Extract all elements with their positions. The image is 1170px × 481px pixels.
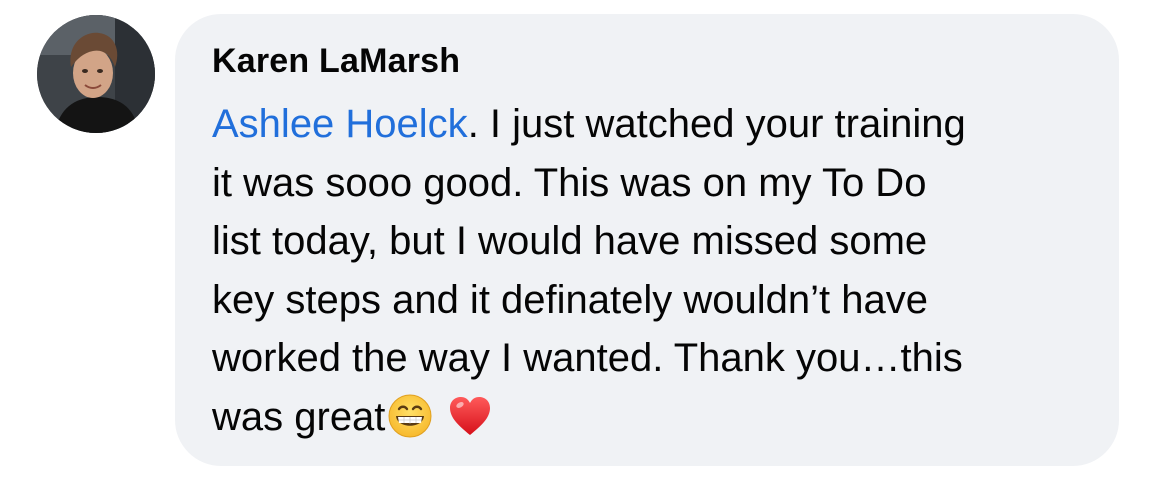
comment-line-4: key steps and it definately wouldn’t hav…	[212, 277, 928, 322]
comment-author-name[interactable]: Karen LaMarsh	[212, 42, 460, 81]
avatar-photo	[37, 15, 155, 133]
comment-line-6: was great	[212, 388, 1102, 447]
comment-line-5: worked the way I wanted. Thank you…this	[212, 336, 963, 380]
red-heart-emoji-icon	[447, 393, 493, 439]
comment-bubble: Karen LaMarsh Ashlee Hoelck. I just watc…	[175, 14, 1119, 466]
grinning-face-emoji-icon	[387, 393, 433, 439]
comment-line-2: it was sooo good. This was on my To Do	[212, 160, 927, 205]
comment-line-text: was great	[212, 394, 386, 439]
mention-link[interactable]: Ashlee Hoelck	[212, 102, 468, 146]
comment-line-1: Ashlee Hoelck. I just watched your train…	[212, 95, 1102, 154]
comment-text: Ashlee Hoelck. I just watched your train…	[212, 95, 1102, 446]
avatar[interactable]	[37, 15, 155, 133]
comment-line-3: list today, but I would have missed some	[212, 219, 928, 263]
comment-line-text: . I just watched your training	[467, 102, 966, 146]
